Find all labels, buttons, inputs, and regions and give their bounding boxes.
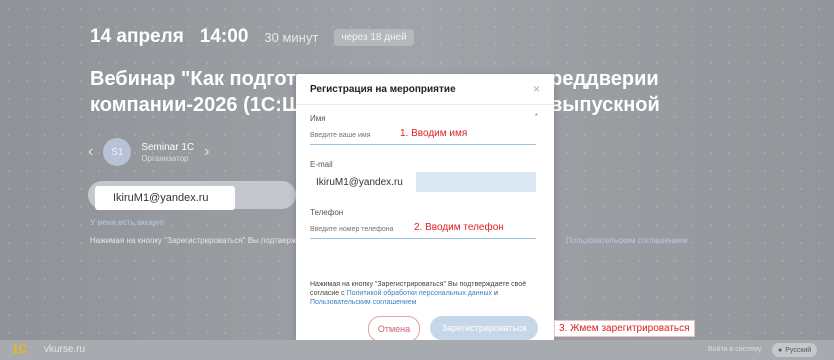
chevron-right-icon[interactable]: › — [204, 143, 209, 161]
background-email-value: IkiruM1@yandex.ru — [95, 186, 235, 210]
annotation-step1: 1. Вводим имя — [400, 128, 468, 139]
email-label: E-mail — [310, 160, 333, 169]
privacy-policy-link[interactable]: Политикой обработки персональных данных — [347, 290, 492, 297]
event-duration: 30 минут — [264, 30, 319, 45]
email-field[interactable]: IkiruM1@yandex.ru — [310, 172, 536, 192]
email-value: IkiruM1@yandex.ru — [310, 172, 416, 192]
modal-title: Регистрация на мероприятие — [310, 84, 456, 95]
language-selector[interactable]: ● Русский — [772, 343, 818, 357]
footer: 1С vkurse.ru Войти в систему ● Русский — [0, 340, 834, 360]
globe-icon: ● — [778, 346, 783, 354]
event-date-row: 14 апреля 14:00 30 минут через 18 дней — [90, 26, 414, 48]
event-time: 14:00 — [199, 26, 249, 47]
organizer-block: ‹ S1 Seminar 1C Организатор › — [88, 138, 209, 166]
phone-label: Телефон — [310, 208, 344, 217]
name-label: Имя — [310, 114, 326, 123]
language-label: Русский — [785, 346, 812, 354]
consent-text: Нажимая на кнопку "Зарегистрироваться" В… — [310, 281, 527, 306]
background-consent-link[interactable]: Пользовательским соглашением — [566, 236, 688, 245]
brand-logo: 1С — [12, 342, 28, 356]
annotation-step3: 3. Жмем зарегитрироваться — [554, 320, 695, 337]
event-date: 14 апреля — [90, 26, 184, 47]
event-title-line1-end: реддверии выпускной — [550, 68, 660, 116]
have-account-link[interactable]: У меня есть аккаунт — [90, 218, 165, 227]
avatar: S1 — [103, 138, 132, 166]
register-button[interactable]: Зарегистрироваться — [430, 316, 538, 340]
annotation-step2: 2. Вводим телефон — [414, 222, 504, 233]
registration-modal: Регистрация на мероприятие × Имя * 1. Вв… — [296, 74, 554, 342]
countdown-badge: через 18 дней — [334, 29, 414, 46]
organizer-role: Организатор — [141, 154, 189, 163]
login-link[interactable]: Войти в систему — [708, 346, 762, 353]
cancel-button[interactable]: Отмена — [368, 316, 420, 342]
user-agreement-link[interactable]: Пользовательским соглашением — [310, 299, 417, 306]
site-name[interactable]: vkurse.ru — [44, 344, 85, 355]
chevron-left-icon[interactable]: ‹ — [88, 143, 93, 161]
required-mark: * — [534, 112, 538, 121]
close-icon[interactable]: × — [533, 82, 540, 96]
organizer-name: Seminar 1C — [141, 142, 195, 153]
background-consent-text: Нажимая на кнопку "Зарегистрироваться" В… — [90, 236, 302, 245]
modal-divider — [296, 104, 554, 105]
